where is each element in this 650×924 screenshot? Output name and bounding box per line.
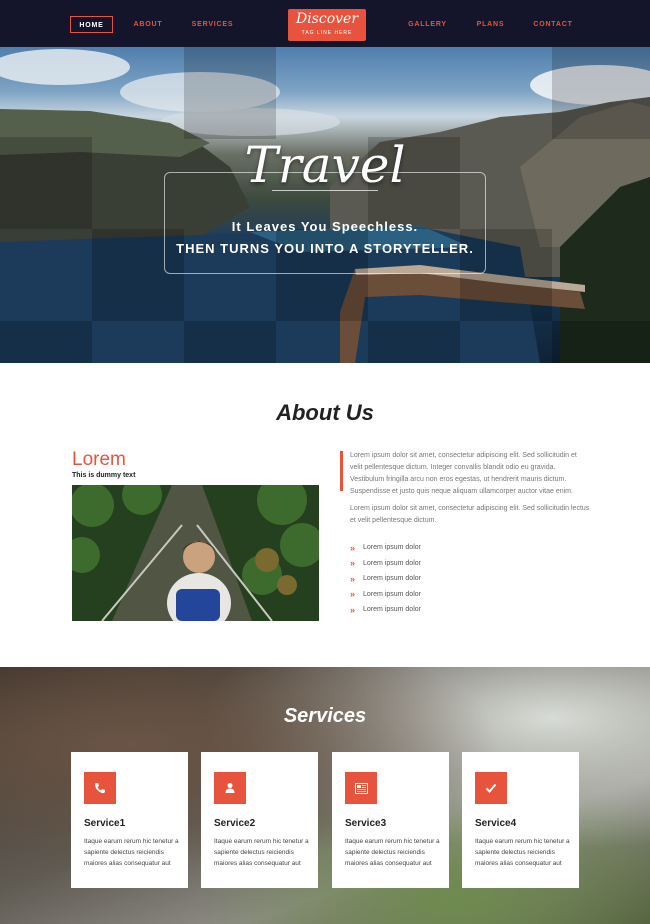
chevron-right-icon: » <box>350 573 356 584</box>
list-item: » Lorem ipsum dolor <box>350 556 421 572</box>
list-item-label: Lorem ipsum dolor <box>363 590 421 598</box>
nav-plans-link[interactable]: PLANS <box>468 16 513 33</box>
service-card-title: Service2 <box>214 818 256 829</box>
nav-gallery-link[interactable]: GALLERY <box>400 16 455 33</box>
service-card-2[interactable]: Service2 Itaque earum rerum hic tenetur … <box>201 752 318 888</box>
service-card-text: Itaque earum rerum hic tenetur a sapient… <box>345 838 440 867</box>
list-item: » Lorem ipsum dolor <box>350 571 421 587</box>
logo-title: Discover <box>295 11 359 27</box>
about-accent-bar <box>340 451 343 491</box>
service-card-1[interactable]: Service1 Itaque earum rerum hic tenetur … <box>71 752 188 888</box>
nav-contact-link[interactable]: CONTACT <box>528 16 578 33</box>
hero-divider <box>272 190 378 191</box>
about-lorem-title: Lorem <box>72 449 126 470</box>
service-card-title: Service4 <box>475 818 517 829</box>
list-item: » Lorem ipsum dolor <box>350 540 421 556</box>
service-card-4[interactable]: Service4 Itaque earum rerum hic tenetur … <box>462 752 579 888</box>
about-lorem-subtitle: This is dummy text <box>72 472 136 479</box>
hero-banner: Travel It Leaves You Speechless. THEN TU… <box>0 47 650 363</box>
nav-about-link[interactable]: ABOUT <box>127 16 169 33</box>
nav-home-link[interactable]: HOME <box>70 16 113 33</box>
nav-services-link[interactable]: SERVICES <box>185 16 240 33</box>
hero-subtitle-line1: It Leaves You Speechless. <box>231 219 419 234</box>
about-paragraph-1: Lorem ipsum dolor sit amet, consectetur … <box>350 452 577 495</box>
list-item-label: Lorem ipsum dolor <box>363 575 421 583</box>
about-hiker-image <box>72 485 319 621</box>
list-item-label: Lorem ipsum dolor <box>363 606 421 614</box>
list-item-label: Lorem ipsum dolor <box>363 559 421 567</box>
list-item-label: Lorem ipsum dolor <box>363 544 421 552</box>
service-card-text: Itaque earum rerum hic tenetur a sapient… <box>214 838 309 867</box>
chevron-right-icon: » <box>350 604 356 615</box>
hero-subtitle-line2: THEN TURNS YOU INTO A STORYTELLER. <box>176 241 474 256</box>
services-heading: Services <box>283 705 367 727</box>
phone-icon <box>84 772 116 804</box>
logo-tagline: TAG LINE HERE <box>301 30 353 36</box>
chevron-right-icon: » <box>350 589 356 600</box>
hero-title: Travel <box>244 136 406 194</box>
chevron-right-icon: » <box>350 558 356 569</box>
check-icon <box>475 772 507 804</box>
newspaper-icon <box>345 772 377 804</box>
list-item: » Lorem ipsum dolor <box>350 587 421 603</box>
service-card-3[interactable]: Service3 Itaque earum rerum hic tenetur … <box>332 752 449 888</box>
about-paragraph-2: Lorem ipsum dolor sit amet, consectetur … <box>350 505 590 524</box>
about-list: » Lorem ipsum dolor » Lorem ipsum dolor » L… <box>350 540 421 618</box>
user-icon <box>214 772 246 804</box>
service-card-text: Itaque earum rerum hic tenetur a sapient… <box>84 838 179 867</box>
chevron-right-icon: » <box>350 542 356 553</box>
about-heading: About Us <box>276 400 374 425</box>
service-card-text: Itaque earum rerum hic tenetur a sapient… <box>475 838 570 867</box>
list-item: » Lorem ipsum dolor <box>350 602 421 618</box>
top-navbar: HOME ABOUT SERVICES Discover TAG LINE HE… <box>0 0 650 47</box>
service-card-title: Service3 <box>345 818 387 829</box>
site-logo[interactable]: Discover TAG LINE HERE <box>288 9 366 41</box>
service-card-title: Service1 <box>84 818 126 829</box>
